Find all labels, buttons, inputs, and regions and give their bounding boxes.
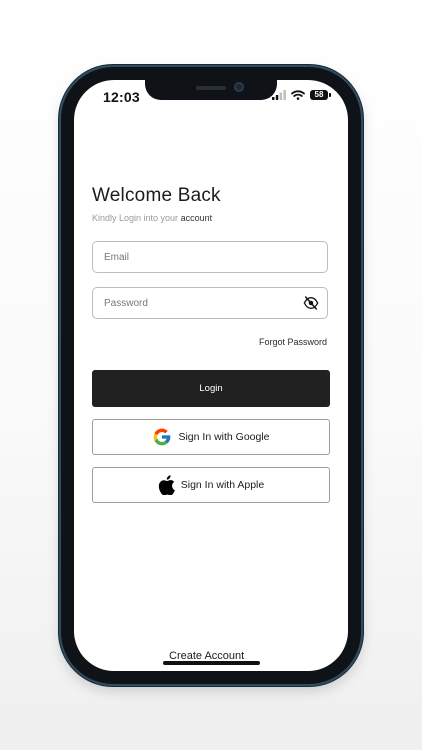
wifi-icon <box>291 90 305 100</box>
password-field <box>92 287 328 319</box>
subtitle-text: Kindly Login into your <box>92 213 179 223</box>
page-subtitle: Kindly Login into your account <box>92 213 212 223</box>
eye-off-icon[interactable] <box>303 296 319 310</box>
app-store-screenshot: 12:03 58 Welcome Back Kindly Login into … <box>0 0 422 750</box>
google-button-label: Sign In with Google <box>178 431 270 443</box>
google-sign-in-button[interactable]: Sign In with Google <box>92 419 330 455</box>
battery-indicator: 58 <box>310 90 331 100</box>
status-icons: 58 <box>272 90 331 100</box>
phone-camera <box>234 82 244 92</box>
email-input[interactable] <box>93 242 294 272</box>
cellular-signal-icon <box>272 90 286 100</box>
login-button-label: Login <box>199 383 223 394</box>
apple-button-label: Sign In with Apple <box>180 479 265 491</box>
apple-logo-icon <box>158 475 175 495</box>
password-input[interactable] <box>93 288 294 318</box>
home-indicator <box>163 661 260 665</box>
phone-speaker <box>196 86 226 90</box>
status-time: 12:03 <box>103 89 140 105</box>
apple-sign-in-button[interactable]: Sign In with Apple <box>92 467 330 503</box>
email-field <box>92 241 328 273</box>
login-button[interactable]: Login <box>92 370 330 407</box>
google-logo-icon <box>154 428 171 446</box>
forgot-password-link[interactable]: Forgot Password <box>259 337 327 347</box>
subtitle-emphasis: account <box>180 213 213 223</box>
page-title: Welcome Back <box>92 185 221 206</box>
